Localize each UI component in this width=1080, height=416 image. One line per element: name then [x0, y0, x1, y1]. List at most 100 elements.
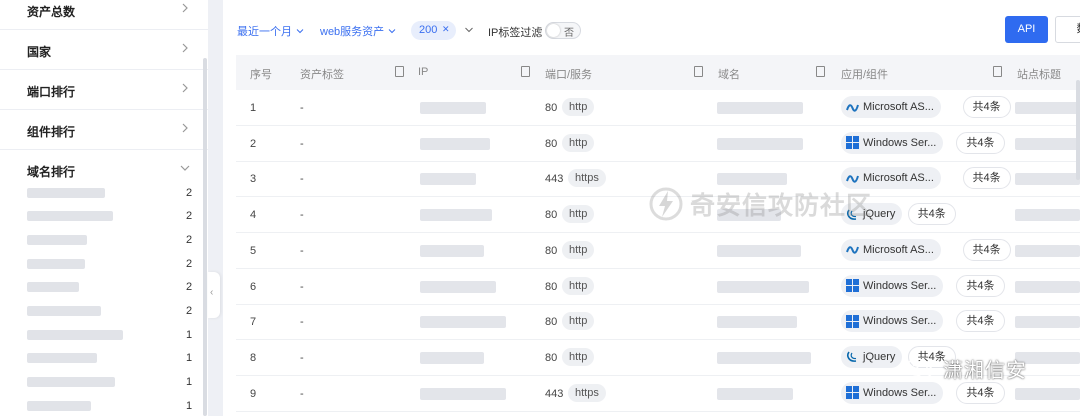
more-components-button[interactable]: 共4条 [956, 131, 1005, 154]
table-row[interactable]: 9 - 443 https Windows Ser... 共4条 [236, 376, 1080, 412]
domain-rank-item[interactable]: 1 [0, 324, 200, 348]
domain-rank-item[interactable]: 1 [0, 395, 200, 416]
domain-rank-item[interactable]: 2 [0, 229, 200, 253]
redacted-domain [27, 330, 123, 340]
table-row[interactable]: 6 - 80 http Windows Ser... 共4条 [236, 269, 1080, 305]
domain-rank-item[interactable]: 2 [0, 253, 200, 277]
more-components-button[interactable]: 共4条 [956, 274, 1005, 297]
windows-icon [846, 314, 859, 328]
more-components-button[interactable]: 共4条 [956, 381, 1005, 404]
redacted-domain [27, 211, 113, 221]
more-components-button[interactable]: 共4条 [956, 310, 1005, 333]
component-name: Microsoft AS... [863, 243, 934, 256]
column-toggle-icon[interactable] [521, 66, 530, 77]
sidebar-section-component-rank[interactable]: 组件排行 [0, 110, 208, 150]
domain-rank-item[interactable]: 1 [0, 371, 200, 395]
redacted-ip [420, 209, 492, 222]
header-site-title: 站点标题 [1017, 69, 1061, 81]
component-tag[interactable]: jQuery [841, 345, 903, 368]
component-tag[interactable]: Windows Ser... [841, 131, 944, 154]
more-components-button[interactable]: 共4条 [907, 203, 956, 226]
redacted-domain [27, 377, 115, 387]
api-button[interactable]: API [1005, 16, 1048, 43]
column-toggle-icon[interactable] [993, 66, 1002, 77]
row-asset-tag: - [300, 173, 304, 186]
chevron-down-icon [180, 165, 190, 171]
component-tag[interactable]: jQuery [841, 203, 903, 226]
component-tag[interactable]: Microsoft AS... [841, 96, 941, 118]
redacted-domain [27, 353, 97, 363]
table-row[interactable]: 3 - 443 https Microsoft AS... 共4条 [236, 161, 1080, 198]
column-toggle-icon[interactable] [395, 66, 404, 77]
component-tag[interactable]: Microsoft AS... [841, 238, 941, 261]
sidebar-section-country[interactable]: 国家 [0, 30, 208, 70]
chevron-right-icon [182, 3, 188, 13]
section-title: 国家 [27, 45, 52, 59]
asset-type-dropdown[interactable]: web服务资产 [320, 23, 397, 39]
table-row[interactable]: 2 - 80 http Windows Ser... 共4条 [236, 126, 1080, 162]
section-title: 资产总数 [27, 5, 76, 19]
redacted-ip [420, 316, 506, 329]
component-name: Windows Ser... [863, 136, 937, 149]
sidebar-collapse-handle[interactable]: ‹ [208, 272, 220, 318]
windows-icon [846, 386, 859, 400]
column-toggle-icon[interactable] [694, 66, 703, 77]
domain-rank-item[interactable]: 2 [0, 276, 200, 300]
domain-count: 2 [186, 210, 193, 222]
chevron-right-icon [182, 43, 188, 53]
time-range-dropdown[interactable]: 最近一个月 [237, 23, 305, 39]
more-components-button[interactable]: 共4条 [962, 238, 1011, 261]
chevron-down-icon[interactable] [463, 24, 475, 36]
component-tag[interactable]: Windows Ser... [841, 274, 944, 297]
row-asset-tag: - [300, 387, 304, 400]
redacted-site-title [1015, 209, 1080, 222]
domain-rank-item[interactable]: 1 [0, 347, 200, 371]
sidebar-section-asset-total[interactable]: 资产总数 [0, 0, 208, 30]
dotnet-icon [846, 246, 859, 254]
table-row[interactable]: 5 - 80 http Microsoft AS... 共4条 [236, 233, 1080, 269]
chevron-down-icon [296, 29, 304, 34]
header-domain: 域名 [718, 69, 740, 81]
more-components-button[interactable]: 共4条 [962, 96, 1011, 118]
data-button[interactable]: 数 [1055, 16, 1080, 43]
component-tag[interactable]: Microsoft AS... [841, 167, 941, 190]
service-tag[interactable]: https [568, 383, 606, 402]
column-toggle-icon[interactable] [816, 66, 825, 77]
dotnet-icon [846, 175, 859, 183]
section-title: 域名排行 [27, 165, 76, 179]
component-tag[interactable]: Windows Ser... [841, 381, 944, 404]
service-tag[interactable]: https [568, 169, 606, 188]
service-tag[interactable]: http [562, 276, 595, 295]
service-tag[interactable]: http [562, 240, 595, 259]
redacted-domain [717, 102, 803, 114]
service-tag[interactable]: http [562, 312, 595, 331]
table-header: 序号 资产标签 IP 端口/服务 域名 应用/组件 站点标题 [236, 55, 1080, 90]
more-components-button[interactable]: 共4条 [907, 345, 956, 368]
header-asset-tag: 资产标签 [300, 69, 344, 81]
row-index: 7 [250, 316, 257, 329]
domain-rank-item[interactable]: 2 [0, 205, 200, 229]
close-icon[interactable]: ✕ [442, 24, 450, 35]
service-tag[interactable]: http [562, 205, 595, 224]
more-components-button[interactable]: 共4条 [962, 167, 1011, 190]
table-row[interactable]: 4 - 80 http jQuery 共4条 [236, 197, 1080, 234]
service-tag[interactable]: http [562, 347, 595, 366]
sidebar-scrollbar[interactable] [203, 58, 207, 416]
status-code-chip[interactable]: 200 ✕ [411, 21, 456, 40]
sidebar-section-port-rank[interactable]: 端口排行 [0, 70, 208, 110]
redacted-domain [717, 209, 781, 222]
table-row[interactable]: 8 - 80 http jQuery 共4条 [236, 340, 1080, 376]
row-index: 9 [250, 387, 257, 400]
component-tag[interactable]: Windows Ser... [841, 310, 944, 333]
ip-tag-filter-toggle[interactable]: 否 [545, 22, 581, 39]
redacted-domain [27, 188, 105, 198]
domain-rank-item[interactable]: 2 [0, 300, 200, 324]
service-tag[interactable]: http [562, 98, 595, 116]
domain-rank-item[interactable]: 2 [0, 182, 200, 206]
service-tag[interactable]: http [562, 133, 595, 152]
redacted-domain [27, 282, 79, 292]
table-row[interactable]: 7 - 80 http Windows Ser... 共4条 [236, 304, 1080, 341]
row-index: 1 [250, 102, 257, 114]
table-scrollbar[interactable] [1076, 80, 1080, 180]
table-row[interactable]: 1 - 80 http Microsoft AS... 共4条 [236, 90, 1080, 126]
